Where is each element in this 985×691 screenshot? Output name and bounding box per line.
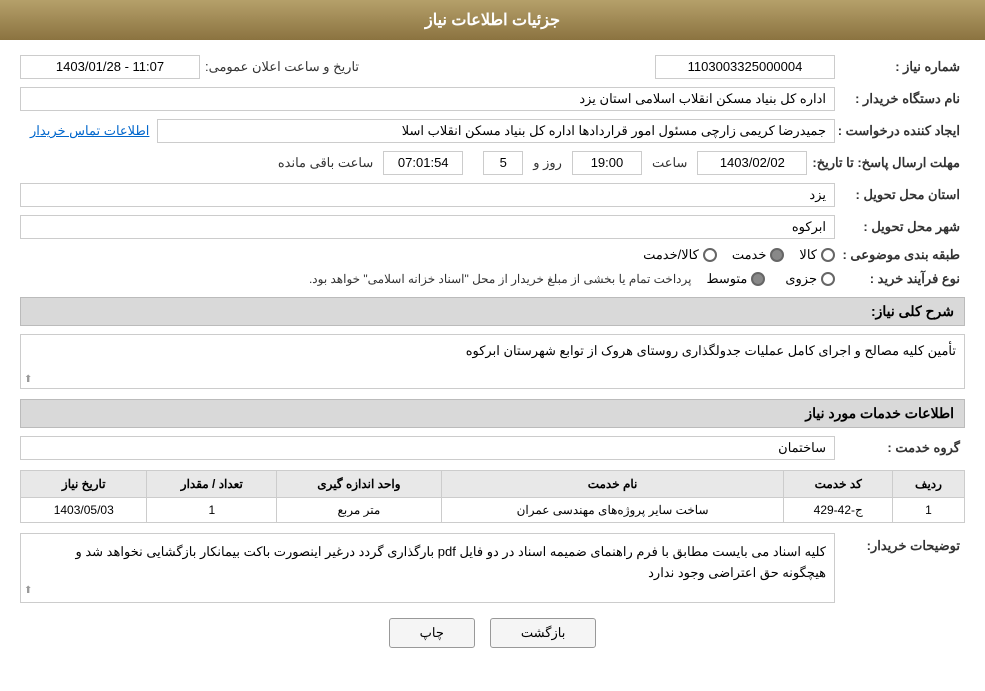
cell-name: ساخت سایر پروژه‌های مهندسی عمران: [441, 498, 784, 523]
grohe-khadamat-label: گروه خدمت :: [835, 440, 965, 456]
grohe-khadamat-value: ساختمان: [20, 436, 835, 460]
tabaqe-kala-label: کالا: [799, 247, 817, 263]
page-header: جزئیات اطلاعات نیاز: [0, 0, 985, 40]
col-tarikh: تاریخ نیاز: [21, 471, 147, 498]
col-vahed: واحد اندازه گیری: [277, 471, 441, 498]
tabaqe-kala-radio[interactable]: [821, 248, 835, 262]
shahr-label: شهر محل تحویل :: [835, 219, 965, 235]
shomareNiaz-label: شماره نیاز :: [835, 59, 965, 75]
tabaqe-khadamat-item[interactable]: خدمت: [732, 247, 785, 263]
col-radif: ردیف: [892, 471, 964, 498]
ijadKonande-label: ایجاد کننده درخواست :: [835, 123, 965, 139]
tarikheElan-label: تاریخ و ساعت اعلان عمومی:: [205, 59, 359, 75]
mohlat-rooz: 5: [483, 151, 523, 175]
shomareNiaz-value: 1103003325000004: [655, 55, 835, 79]
noefarayand-jozvi-item[interactable]: جزوی: [785, 271, 835, 287]
tabaqe-kala-khadamat-radio[interactable]: [703, 248, 717, 262]
table-row: 1 ج-42-429 ساخت سایر پروژه‌های مهندسی عم…: [21, 498, 965, 523]
baqi-saat-value: 07:01:54: [383, 151, 463, 175]
noefarayand-motovaset-radio[interactable]: [751, 272, 765, 286]
bazgasht-button[interactable]: بازگشت: [490, 618, 596, 648]
namDastgah-value: اداره کل بنیاد مسکن انقلاب اسلامی استان …: [20, 87, 835, 111]
noefarayand-jozvi-label: جزوی: [785, 271, 817, 287]
sharh-section-title: شرح کلی نیاز:: [20, 297, 965, 326]
col-kod: کد خدمت: [784, 471, 893, 498]
cell-tarikh: 1403/05/03: [21, 498, 147, 523]
ostan-value: یزد: [20, 183, 835, 207]
cell-vahed: متر مربع: [277, 498, 441, 523]
page-title: جزئیات اطلاعات نیاز: [425, 12, 560, 29]
etelaatTamas-link[interactable]: اطلاعات تماس خریدار: [30, 123, 149, 139]
tozi-value: کلیه اسناد می بایست مطابق با فرم راهنمای…: [20, 533, 835, 603]
noefarayand-motovaset-label: متوسط: [706, 271, 747, 287]
tabaqe-kala-item[interactable]: کالا: [799, 247, 835, 263]
shahr-value: ابرکوه: [20, 215, 835, 239]
tozi-label: توضیحات خریدار:: [835, 533, 965, 603]
namDastgah-label: نام دستگاه خریدار :: [835, 91, 965, 107]
cell-tedad: 1: [147, 498, 277, 523]
noefarayand-label: نوع فرآیند خرید :: [835, 271, 965, 287]
mohlat-date: 1403/02/02: [697, 151, 807, 175]
cell-kod: ج-42-429: [784, 498, 893, 523]
baqiSaat-label: ساعت باقی مانده: [278, 155, 373, 171]
col-name: نام خدمت: [441, 471, 784, 498]
tabaqe-kala-khadamat-label: کالا/خدمت: [643, 247, 699, 263]
tabaqe-kala-khadamat-item[interactable]: کالا/خدمت: [643, 247, 717, 263]
tarikheElan-value: 1403/01/28 - 11:07: [20, 55, 200, 79]
mohlat-label: مهلت ارسال پاسخ: تا تاریخ:: [812, 155, 965, 171]
noefarayand-motovaset-item[interactable]: متوسط: [706, 271, 765, 287]
ijadKonande-value: جمیدرضا کریمی زارچی مسئول امور قراردادها…: [157, 119, 835, 143]
tabaqe-khadamat-radio[interactable]: [770, 248, 784, 262]
button-row: چاپ بازگشت: [20, 618, 965, 648]
noefarayand-desc: پرداخت تمام یا بخشی از مبلغ خریدار از مح…: [309, 272, 692, 286]
tabaqe-label: طبقه بندی موضوعی :: [835, 247, 965, 263]
rooz-label: روز و: [533, 155, 562, 171]
noefarayand-options: جزوی متوسط: [706, 271, 835, 287]
tabaqe-options: کالا خدمت کالا/خدمت: [643, 247, 835, 263]
mohlat-saat: 19:00: [572, 151, 642, 175]
service-table: ردیف کد خدمت نام خدمت واحد اندازه گیری ت…: [20, 470, 965, 523]
ostan-label: استان محل تحویل :: [835, 187, 965, 203]
chap-button[interactable]: چاپ: [389, 618, 475, 648]
sharh-value: تأمین کلیه مصالح و اجرای کامل عملیات جدو…: [20, 334, 965, 389]
cell-radif: 1: [892, 498, 964, 523]
col-tedad: تعداد / مقدار: [147, 471, 277, 498]
noefarayand-jozvi-radio[interactable]: [821, 272, 835, 286]
saat-label: ساعت: [652, 155, 687, 171]
tabaqe-khadamat-label: خدمت: [732, 247, 767, 263]
khadamat-section-title: اطلاعات خدمات مورد نیاز: [20, 399, 965, 428]
